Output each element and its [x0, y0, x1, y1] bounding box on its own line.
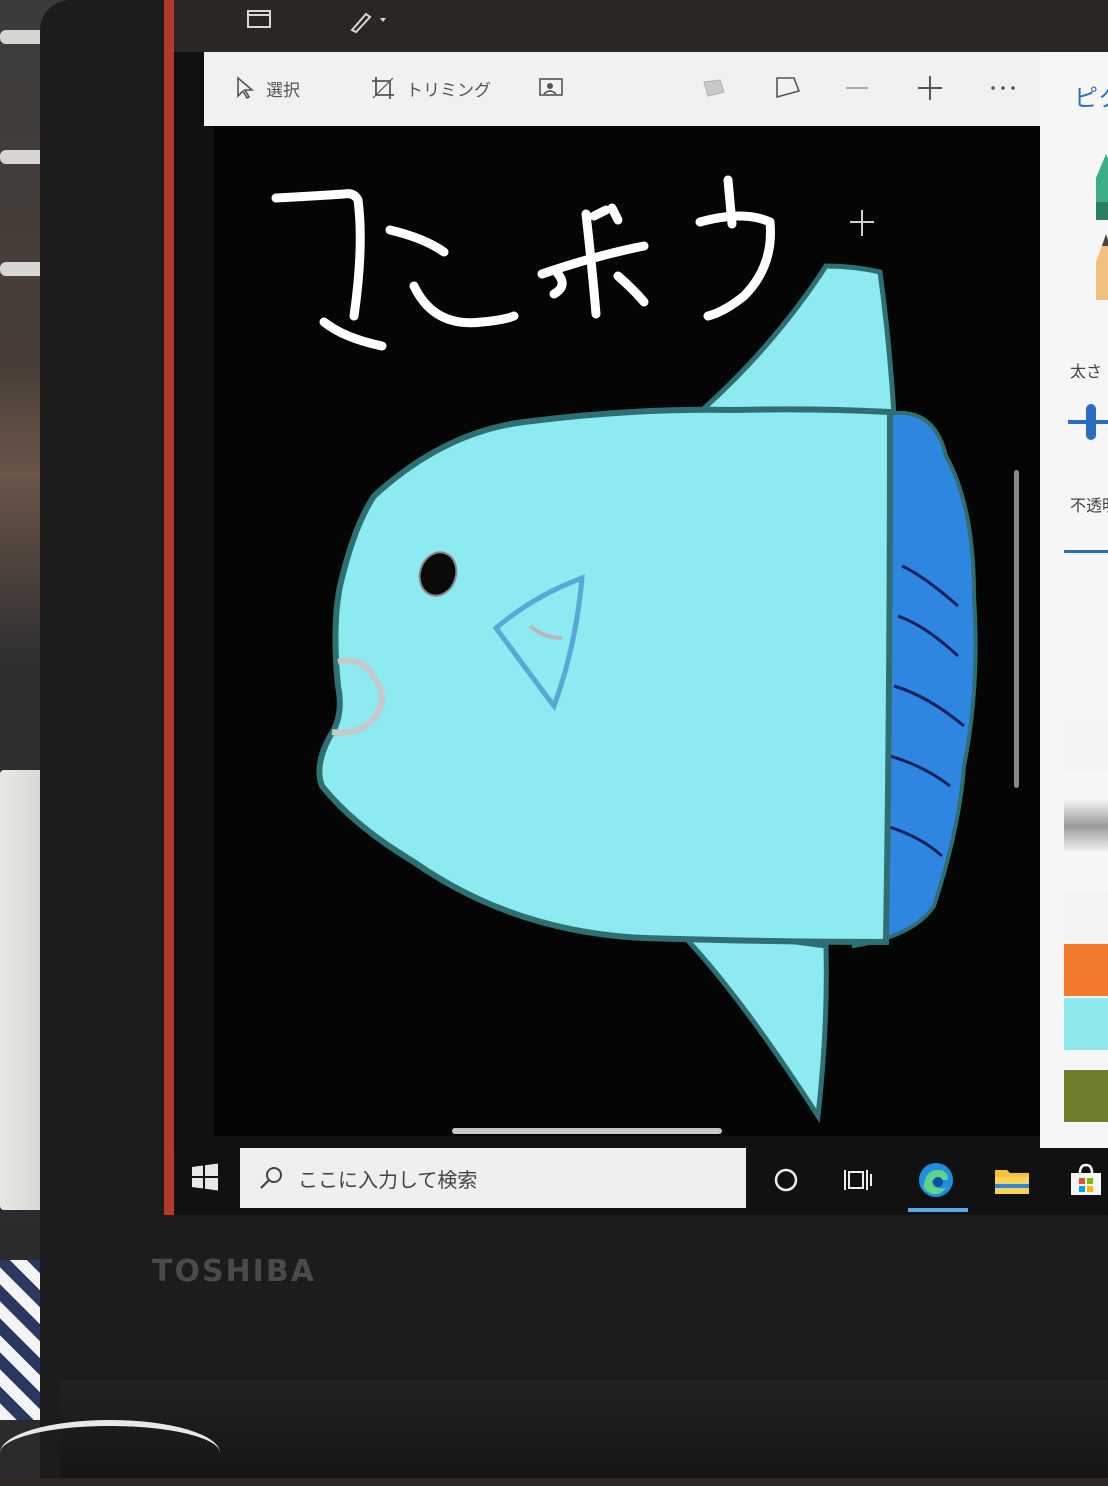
- search-icon: [260, 1167, 282, 1189]
- color-swatch-orange[interactable]: [1064, 944, 1108, 996]
- plus-icon: [918, 76, 942, 100]
- cursor-icon: [237, 76, 255, 100]
- flag-tool[interactable]: [774, 70, 802, 106]
- color-swatch[interactable]: [1064, 720, 1108, 772]
- drawing-canvas[interactable]: [214, 126, 1040, 1136]
- edge-icon[interactable]: [916, 1160, 956, 1200]
- brush-dropdown-icon[interactable]: [344, 8, 394, 38]
- select-tool[interactable]: 選択: [234, 70, 300, 106]
- crop-icon: [372, 77, 394, 99]
- search-placeholder: ここに入力して検索: [298, 1167, 478, 1192]
- title-bar: [174, 0, 1108, 52]
- taskbar-search-box[interactable]: ここに入力して検索: [240, 1148, 746, 1208]
- opacity-slider[interactable]: [1064, 550, 1108, 553]
- screen: 選択 トリミング ピ 太さ 不透 ここに入力して検索: [164, 0, 1108, 1215]
- brush-side-panel: ピク 太さ 不透明: [1040, 52, 1108, 1148]
- file-explorer-icon[interactable]: [992, 1160, 1032, 1200]
- minus-icon: [846, 87, 868, 89]
- sunfish-top-fin: [693, 263, 897, 419]
- color-swatch-cyan[interactable]: [1064, 998, 1108, 1050]
- opacity-label: 不透明: [1070, 496, 1108, 515]
- horizontal-scrollbar[interactable]: [452, 1128, 722, 1134]
- drawing-title-strokes: [271, 175, 775, 351]
- sticker-tool[interactable]: [700, 70, 728, 106]
- brand-logo: TOSHIBA: [152, 1254, 316, 1289]
- zoom-in-button[interactable]: [916, 70, 944, 106]
- taskbar: ここに入力して検索: [174, 1148, 1108, 1215]
- cortana-icon[interactable]: [766, 1160, 806, 1200]
- vertical-scrollbar[interactable]: [1014, 470, 1019, 788]
- sunfish-body: [316, 406, 894, 946]
- panel-title: ピク: [1074, 84, 1108, 112]
- more-button[interactable]: [990, 70, 1016, 106]
- flag-icon: [776, 77, 801, 99]
- magic-select-icon: [539, 78, 563, 96]
- magic-select-tool[interactable]: [538, 70, 566, 106]
- color-swatch-olive[interactable]: [1064, 1070, 1108, 1122]
- store-icon[interactable]: [1066, 1160, 1106, 1200]
- marker-brush-icon[interactable]: [1094, 152, 1108, 222]
- sunfish-bottom-fin: [667, 922, 829, 1124]
- color-swatch[interactable]: [1064, 800, 1108, 852]
- pencil-brush-icon[interactable]: [1094, 232, 1108, 302]
- crop-tool[interactable]: トリミング: [370, 70, 491, 106]
- ellipsis-icon: [991, 86, 1015, 90]
- toolbar: 選択 トリミング: [204, 52, 1108, 126]
- 3d-shapes-icon: [703, 79, 725, 97]
- window-icon[interactable]: [244, 8, 274, 38]
- crosshair-cursor: [850, 210, 874, 236]
- active-app-indicator: [908, 1208, 968, 1212]
- task-view-icon[interactable]: [838, 1160, 878, 1200]
- sunfish-drawing: [271, 175, 978, 1124]
- crop-label: トリミング: [406, 80, 491, 101]
- select-label: 選択: [266, 80, 300, 101]
- cable: [0, 1420, 220, 1486]
- windows-start-icon[interactable]: [190, 1162, 220, 1192]
- zoom-out-button[interactable]: [844, 70, 870, 106]
- thickness-label: 太さ: [1070, 362, 1103, 381]
- color-swatch[interactable]: [1064, 890, 1108, 942]
- thickness-slider-knob[interactable]: [1086, 404, 1096, 440]
